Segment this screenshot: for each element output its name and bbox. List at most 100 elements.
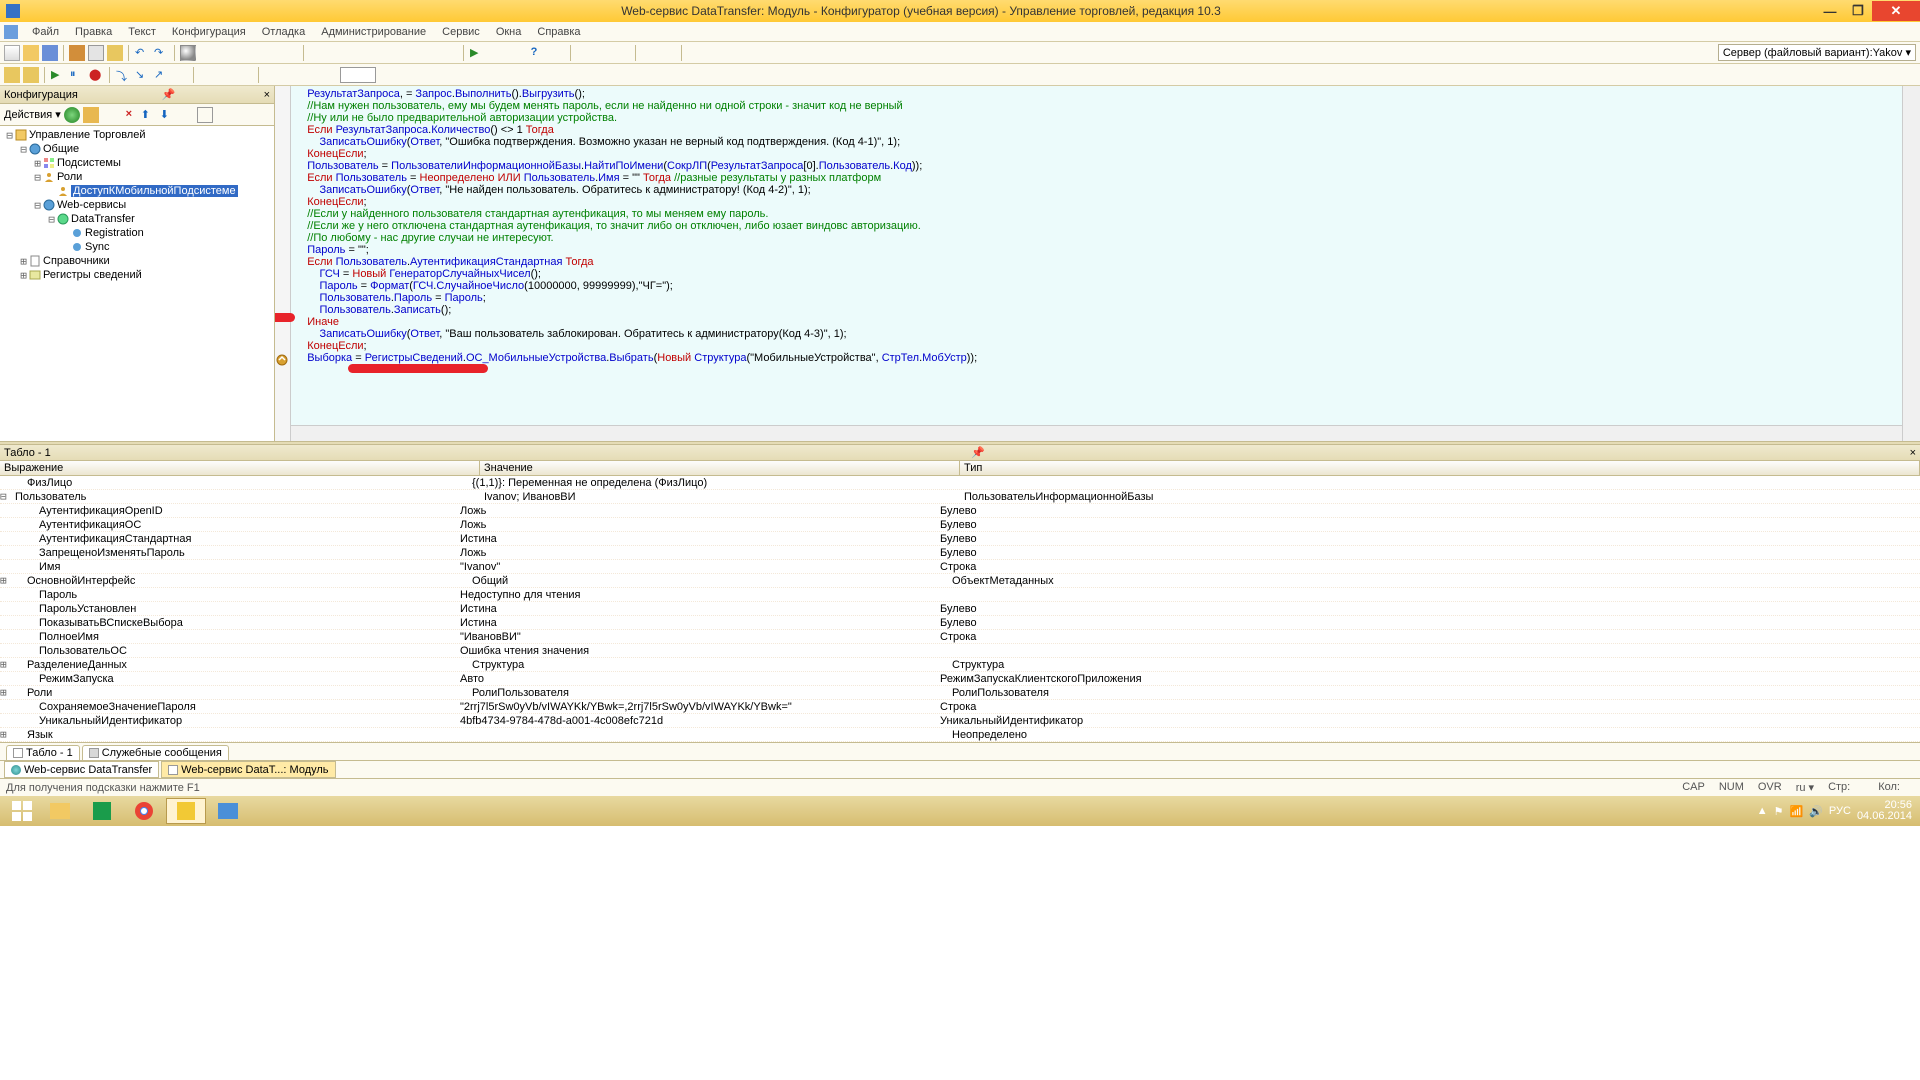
table-row[interactable]: ⊟ПользовательIvanov; ИвановВИПользовател… — [0, 490, 1920, 504]
table-row[interactable]: ФизЛицо{(1,1)}: Переменная не определена… — [0, 476, 1920, 490]
icon[interactable] — [507, 45, 523, 61]
icon[interactable] — [687, 45, 703, 61]
table-row[interactable]: ⊞ОсновнойИнтерфейсОбщийОбъектМетаданных — [0, 574, 1920, 588]
table-row[interactable]: Имя"Ivanov"Строка — [0, 560, 1920, 574]
app-menu-icon[interactable] — [4, 25, 18, 39]
step-over-icon[interactable]: ⤵ — [115, 67, 131, 83]
tree-node[interactable]: Registration — [0, 226, 274, 240]
add-icon[interactable] — [64, 107, 80, 123]
task-store[interactable] — [82, 798, 122, 824]
menu-admin[interactable]: Администрирование — [313, 24, 434, 40]
horizontal-scrollbar[interactable] — [291, 425, 1902, 441]
table-row[interactable]: СохраняемоеЗначениеПароля"2rrj7l5rSw0yVb… — [0, 700, 1920, 714]
system-tray[interactable]: ▲ ⚑ 📶 🔊 РУС 20:56 04.06.2014 — [1757, 800, 1916, 822]
col-expression[interactable]: Выражение — [0, 461, 480, 475]
icon[interactable] — [328, 45, 344, 61]
icon[interactable] — [302, 67, 318, 83]
icon[interactable] — [4, 67, 20, 83]
vertical-scrollbar[interactable] — [1902, 86, 1920, 441]
icon[interactable] — [385, 45, 401, 61]
task-rdp[interactable] — [208, 798, 248, 824]
find-icon[interactable] — [180, 45, 196, 61]
icon[interactable] — [347, 45, 363, 61]
tray-safe-icon[interactable]: ⚑ — [1774, 805, 1784, 818]
delete-icon[interactable]: × — [121, 107, 137, 123]
menu-file[interactable]: Файл — [24, 24, 67, 40]
new-icon[interactable] — [4, 45, 20, 61]
table-row[interactable]: ⊞ЯзыкНеопределено — [0, 728, 1920, 742]
icon[interactable] — [199, 67, 215, 83]
actions-dropdown[interactable]: Действия ▾ — [4, 108, 61, 121]
close-panel-icon[interactable]: × — [260, 89, 274, 101]
tray-net-icon[interactable]: 📶 — [1790, 805, 1804, 818]
icon[interactable] — [309, 45, 325, 61]
menu-edit[interactable]: Правка — [67, 24, 120, 40]
icon[interactable] — [23, 67, 39, 83]
icon[interactable] — [321, 67, 337, 83]
table-row[interactable]: АутентификацияСтандартнаяИстинаБулево — [0, 532, 1920, 546]
task-chrome[interactable] — [124, 798, 164, 824]
maximize-button[interactable]: ❐ — [1844, 1, 1872, 21]
doc-tab-datatransfer[interactable]: Web-сервис DataTransfer — [4, 761, 159, 778]
tree-node[interactable]: ⊞ Справочники — [0, 254, 274, 268]
down-icon[interactable]: ⬇ — [159, 107, 175, 123]
tree-node[interactable]: ⊟ Web-сервисы — [0, 198, 274, 212]
tray-up-icon[interactable]: ▲ — [1757, 805, 1768, 817]
paste-icon[interactable] — [107, 45, 123, 61]
tray-vol-icon[interactable]: 🔊 — [1809, 805, 1823, 818]
filter-icon[interactable] — [197, 107, 213, 123]
step-out-icon[interactable]: ↗ — [153, 67, 169, 83]
edit-icon[interactable] — [83, 107, 99, 123]
tab-tablo[interactable]: Табло - 1 — [6, 745, 80, 760]
start-button[interactable] — [4, 798, 40, 824]
icon[interactable] — [237, 67, 253, 83]
icon[interactable] — [725, 45, 741, 61]
close-button[interactable]: ✕ — [1872, 1, 1920, 21]
icon[interactable] — [423, 45, 439, 61]
pin-icon[interactable]: 📌 — [160, 88, 178, 101]
server-combo[interactable]: Сервер (файловый вариант):Yakov ▾ — [1718, 44, 1916, 61]
task-1c[interactable] — [166, 798, 206, 824]
icon[interactable] — [660, 45, 676, 61]
table-row[interactable]: ПолноеИмя"ИвановВИ"Строка — [0, 630, 1920, 644]
table-row[interactable]: ⊞РолиРолиПользователяРолиПользователя — [0, 686, 1920, 700]
col-type[interactable]: Тип — [960, 461, 1920, 475]
tray-clock[interactable]: 20:56 04.06.2014 — [1857, 800, 1916, 822]
code-editor[interactable]: РезультатЗапроса, = Запрос.Выполнить().В… — [275, 86, 1902, 441]
debug-break-icon[interactable]: ⬤ — [88, 67, 104, 83]
help-icon[interactable]: ? — [526, 45, 542, 61]
task-explorer[interactable] — [40, 798, 80, 824]
tree-node[interactable]: Sync — [0, 240, 274, 254]
debug-pause-icon[interactable]: ⏸ — [69, 67, 85, 83]
tree-node[interactable]: ⊟ Общие — [0, 142, 274, 156]
icon[interactable] — [744, 45, 760, 61]
icon[interactable] — [442, 45, 458, 61]
icon[interactable] — [366, 45, 382, 61]
pin-icon[interactable]: 📌 — [969, 446, 987, 459]
menu-text[interactable]: Текст — [120, 24, 164, 40]
tree-node[interactable]: ⊞ Регистры сведений — [0, 268, 274, 282]
table-row[interactable]: АутентификацияОСЛожьБулево — [0, 518, 1920, 532]
table-row[interactable]: ПользовательОСОшибка чтения значения — [0, 644, 1920, 658]
debug-continue-icon[interactable]: ▶ — [50, 67, 66, 83]
doc-tab-module[interactable]: Web-сервис DataT...: Модуль — [161, 761, 335, 778]
table-row[interactable]: ⊞РазделениеДанныхСтруктураСтруктура — [0, 658, 1920, 672]
icon[interactable] — [199, 45, 215, 61]
icon[interactable] — [264, 67, 280, 83]
tree-node[interactable]: ⊞ Подсистемы — [0, 156, 274, 170]
table-row[interactable]: УникальныйИдентификатор4bfb4734-9784-478… — [0, 714, 1920, 728]
breakpoint-marker-icon[interactable] — [276, 354, 288, 366]
step-into-icon[interactable]: ↘ — [134, 67, 150, 83]
icon[interactable] — [172, 67, 188, 83]
status-lang[interactable]: ru ▾ — [1796, 781, 1814, 794]
icon[interactable] — [102, 107, 118, 123]
icon[interactable] — [218, 67, 234, 83]
icon[interactable] — [576, 45, 592, 61]
tray-lang[interactable]: РУС — [1829, 805, 1851, 817]
menu-help[interactable]: Справка — [529, 24, 588, 40]
icon[interactable] — [595, 45, 611, 61]
up-icon[interactable]: ⬆ — [140, 107, 156, 123]
save-icon[interactable] — [42, 45, 58, 61]
tree-node[interactable]: ⊟ DataTransfer — [0, 212, 274, 226]
table-row[interactable]: РежимЗапускаАвтоРежимЗапускаКлиентскогоП… — [0, 672, 1920, 686]
